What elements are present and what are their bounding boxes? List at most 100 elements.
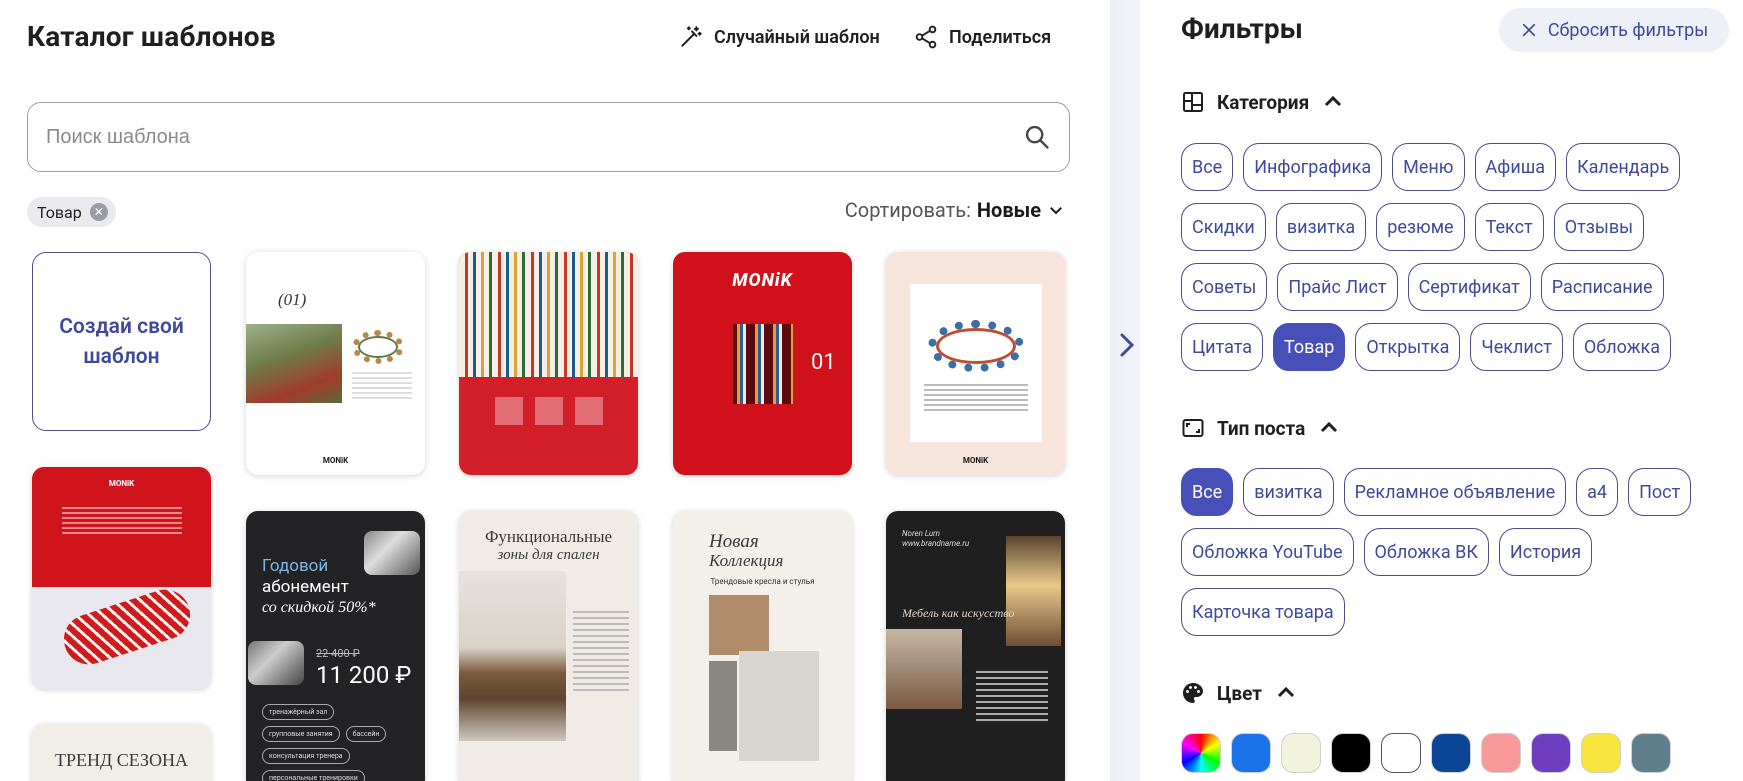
template-card[interactable]: Функциональные зоны для спален [459,511,638,781]
template-card[interactable]: Новая Коллекция Трендовые кресла и стуль… [673,511,852,781]
search-icon[interactable] [1023,123,1051,151]
filter-tag[interactable]: Обложка [1572,323,1672,371]
share-icon [915,25,937,49]
filter-tag[interactable]: Советы [1181,263,1268,311]
template-card[interactable]: Годовой абонемент со скидкой 50%* 22 400… [246,511,425,781]
search-box [27,102,1070,172]
color-swatch[interactable] [1581,733,1621,773]
search-input[interactable] [46,125,1023,149]
color-swatch[interactable] [1431,733,1471,773]
close-icon [1522,23,1535,37]
post-type-section-header[interactable]: Тип поста [1181,416,1341,440]
placeholder-text-lines [976,671,1048,721]
share-button[interactable]: Поделиться [913,24,1051,50]
filter-tag[interactable]: Рекламное объявление [1343,468,1567,516]
filter-tag[interactable]: Сертификат [1407,263,1531,311]
sort-value: Новые [976,198,1041,222]
armchair-photo [886,629,962,709]
filter-tag[interactable]: Товар [1273,323,1346,371]
color-swatch[interactable] [1281,733,1321,773]
filter-tag[interactable]: Все [1181,143,1234,191]
photo-field [246,324,342,403]
filter-tag[interactable]: Календарь [1566,143,1681,191]
reset-filters-button[interactable]: Сбросить фильтры [1499,8,1729,52]
random-template-label: Случайный шаблон [714,26,880,48]
remove-filter-icon[interactable]: ✕ [89,203,108,221]
color-swatch[interactable] [1631,733,1671,773]
template-card[interactable]: (01) MONiK [246,252,425,475]
color-swatch[interactable] [1331,733,1371,773]
service-pills: тренажёрный зал групповые занятия бассей… [262,704,410,781]
chevron-up-icon [1325,95,1342,107]
app-root: Каталог шаблонов Случайный шаблон Подели… [0,0,1743,781]
template-text: Noren Lum [902,529,940,538]
template-card[interactable]: Noren Lum www.brandname.ru Мебель как ис… [886,511,1065,781]
filter-tag[interactable]: Прайс Лист [1277,263,1398,311]
filter-tag[interactable]: резюме [1376,203,1465,251]
filter-tag[interactable]: Пост [1628,468,1692,516]
beads-photo [733,324,793,404]
color-swatch[interactable] [1531,733,1571,773]
filter-tag[interactable]: Открытка [1355,323,1461,371]
color-section-header[interactable]: Цвет [1181,681,1298,705]
random-template-button[interactable]: Случайный шаблон [678,24,880,50]
template-logo: MONiK [962,456,989,465]
template-text: зоны для спален [497,547,600,563]
template-card[interactable]: MONiK 01 [673,252,852,475]
filter-tag[interactable]: визитка [1275,203,1367,251]
filter-tag[interactable]: Расписание [1540,263,1664,311]
template-card[interactable]: MONiK [886,252,1065,475]
template-card[interactable] [459,252,638,475]
filter-tag[interactable]: Афиша [1474,143,1557,191]
filter-tag[interactable]: Чеклист [1470,323,1563,371]
filter-tag[interactable]: Скидки [1181,203,1266,251]
template-text: www.brandname.ru [902,539,970,548]
collapse-panel-button[interactable] [1116,330,1138,360]
multicolor-swatch[interactable] [1181,733,1221,773]
template-card[interactable]: MONiK [32,467,211,689]
filter-tag[interactable]: Обложка YouTube [1181,528,1354,576]
color-swatch[interactable] [1481,733,1521,773]
color-swatch[interactable] [1381,733,1421,773]
filter-tag[interactable]: Меню [1392,143,1465,191]
placeholder-text-lines [62,507,182,537]
filter-tag[interactable]: Инфографика [1243,143,1383,191]
dumbbell-image [364,531,420,575]
filter-tag[interactable]: визитка [1243,468,1334,516]
color-swatch[interactable] [1231,733,1271,773]
template-text: Коллекция [709,551,784,570]
lamp-photo [1006,536,1061,646]
chevron-up-icon [1277,686,1295,698]
filter-tag[interactable]: Текст [1474,203,1544,251]
chevron-up-icon [1321,421,1338,433]
filter-tag[interactable]: Карточка товара [1181,588,1345,636]
template-text: Мебель как искусство [902,606,1015,620]
template-card[interactable]: ТРЕНД СЕЗОНА [32,724,211,781]
create-template-line2: шаблон [83,344,160,369]
placeholder-text-lines [573,611,629,691]
active-filter-label: Товар [37,202,82,222]
red-band: MONiK [32,467,211,587]
filter-tag[interactable]: Цитата [1181,323,1264,371]
pill-labels [489,397,609,425]
panel-divider [1110,0,1140,781]
catalog-panel: Каталог шаблонов Случайный шаблон Подели… [0,0,1110,781]
template-logo: MONiK [732,270,793,291]
template-number: 01 [811,350,836,375]
service-pill: персональные тренировки [262,770,365,781]
template-text: Новая [709,531,759,552]
create-template-line1: Создай свой [59,314,184,339]
create-template-card[interactable]: Создай свой шаблон [32,252,211,431]
filter-tag[interactable]: Все [1181,468,1234,516]
category-section-header[interactable]: Категория [1181,90,1345,114]
post-type-title: Тип поста [1217,416,1306,440]
filter-tag[interactable]: История [1498,528,1593,576]
filter-tag[interactable]: Отзывы [1553,203,1645,251]
dumbbell-image [248,641,304,685]
bracelet-image [352,330,404,364]
template-text: абонемент [262,577,349,597]
template-text: Трендовые кресла и стулья [710,577,815,586]
sort-dropdown[interactable]: Сортировать: Новые [845,198,1065,222]
filter-tag[interactable]: Обложка ВК [1363,528,1489,576]
filter-tag[interactable]: а4 [1576,468,1619,516]
